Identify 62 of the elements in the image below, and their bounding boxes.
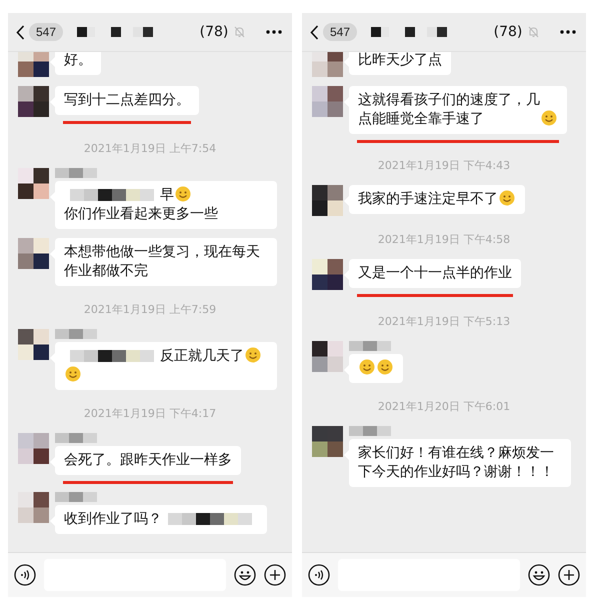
avatar[interactable] [18,168,49,199]
avatar[interactable] [312,259,343,290]
emoji-icon [359,359,375,375]
smiley-icon [528,564,550,586]
avatar[interactable] [18,238,49,269]
unread-badge: 547 [29,23,64,41]
timestamp: 2021年1月19日 下午5:13 [378,314,510,329]
emoji-button[interactable] [528,564,550,586]
timestamp: 2021年1月19日 下午4:17 [84,406,216,421]
emoji-icon [499,190,515,206]
timestamp: 2021年1月19日 上午7:59 [84,302,216,317]
message-text: 好。 [64,52,92,68]
timestamp: 2021年1月19日 下午4:43 [378,158,510,173]
voice-icon [14,564,36,586]
voice-button[interactable] [14,564,36,586]
message-text: 这就得看孩子们的速度了，几点能睡觉全靠手速了 [358,91,540,129]
plus-icon [264,564,286,586]
message-text: 家长们好！有谁在线？麻烦发一下今天的作业好吗？谢谢！！！ [358,445,554,480]
voice-button[interactable] [308,564,330,586]
avatar[interactable] [18,492,49,523]
message-text: 本想带他做一些复习，现在每天作业都做不完 [64,244,260,279]
avatar[interactable] [18,86,49,117]
unread-badge: 547 [323,23,358,41]
plus-button[interactable] [558,564,580,586]
smiley-icon [234,564,256,586]
more-icon [266,30,282,34]
avatar[interactable] [312,185,343,216]
avatar[interactable] [312,341,343,372]
more-button[interactable] [266,30,282,34]
avatar[interactable] [18,433,49,464]
emoji-icon [377,359,393,375]
message-text: 反正就几天了 [160,347,244,366]
plus-button[interactable] [264,564,286,586]
member-count: (78) [494,24,522,40]
emoji-icon [541,110,557,126]
message-text: 写到十二点差四分。 [64,92,190,108]
message-text: 会死了。跟昨天作业一样多 [64,452,232,468]
emoji-icon [245,347,261,363]
message-text: 又是一个十一点半的作业 [358,265,512,281]
emoji-button[interactable] [234,564,256,586]
timestamp: 2021年1月19日 下午4:58 [378,232,510,247]
plus-icon [558,564,580,586]
more-button[interactable] [560,30,576,34]
timestamp: 2021年1月19日 上午7:54 [84,141,216,156]
message-text: 我家的手速注定早不了 [358,190,498,209]
message-text: 你们作业看起来更多一些 [64,205,218,224]
message-text: 收到作业了吗？ [64,510,162,529]
avatar[interactable] [312,52,343,77]
back-button[interactable]: 547 [310,23,358,41]
more-icon [560,30,576,34]
voice-icon [308,564,330,586]
message-text: 比昨天少了点 [358,52,442,68]
emoji-icon [175,186,191,202]
back-icon [16,24,25,40]
emoji-icon [65,366,81,382]
timestamp: 2021年1月20日 下午6:01 [378,399,510,414]
back-icon [310,24,319,40]
avatar[interactable] [18,329,49,360]
avatar[interactable] [18,52,49,77]
message-text: 早 [160,186,174,205]
member-count: (78) [200,24,228,40]
back-button[interactable]: 547 [16,23,64,41]
